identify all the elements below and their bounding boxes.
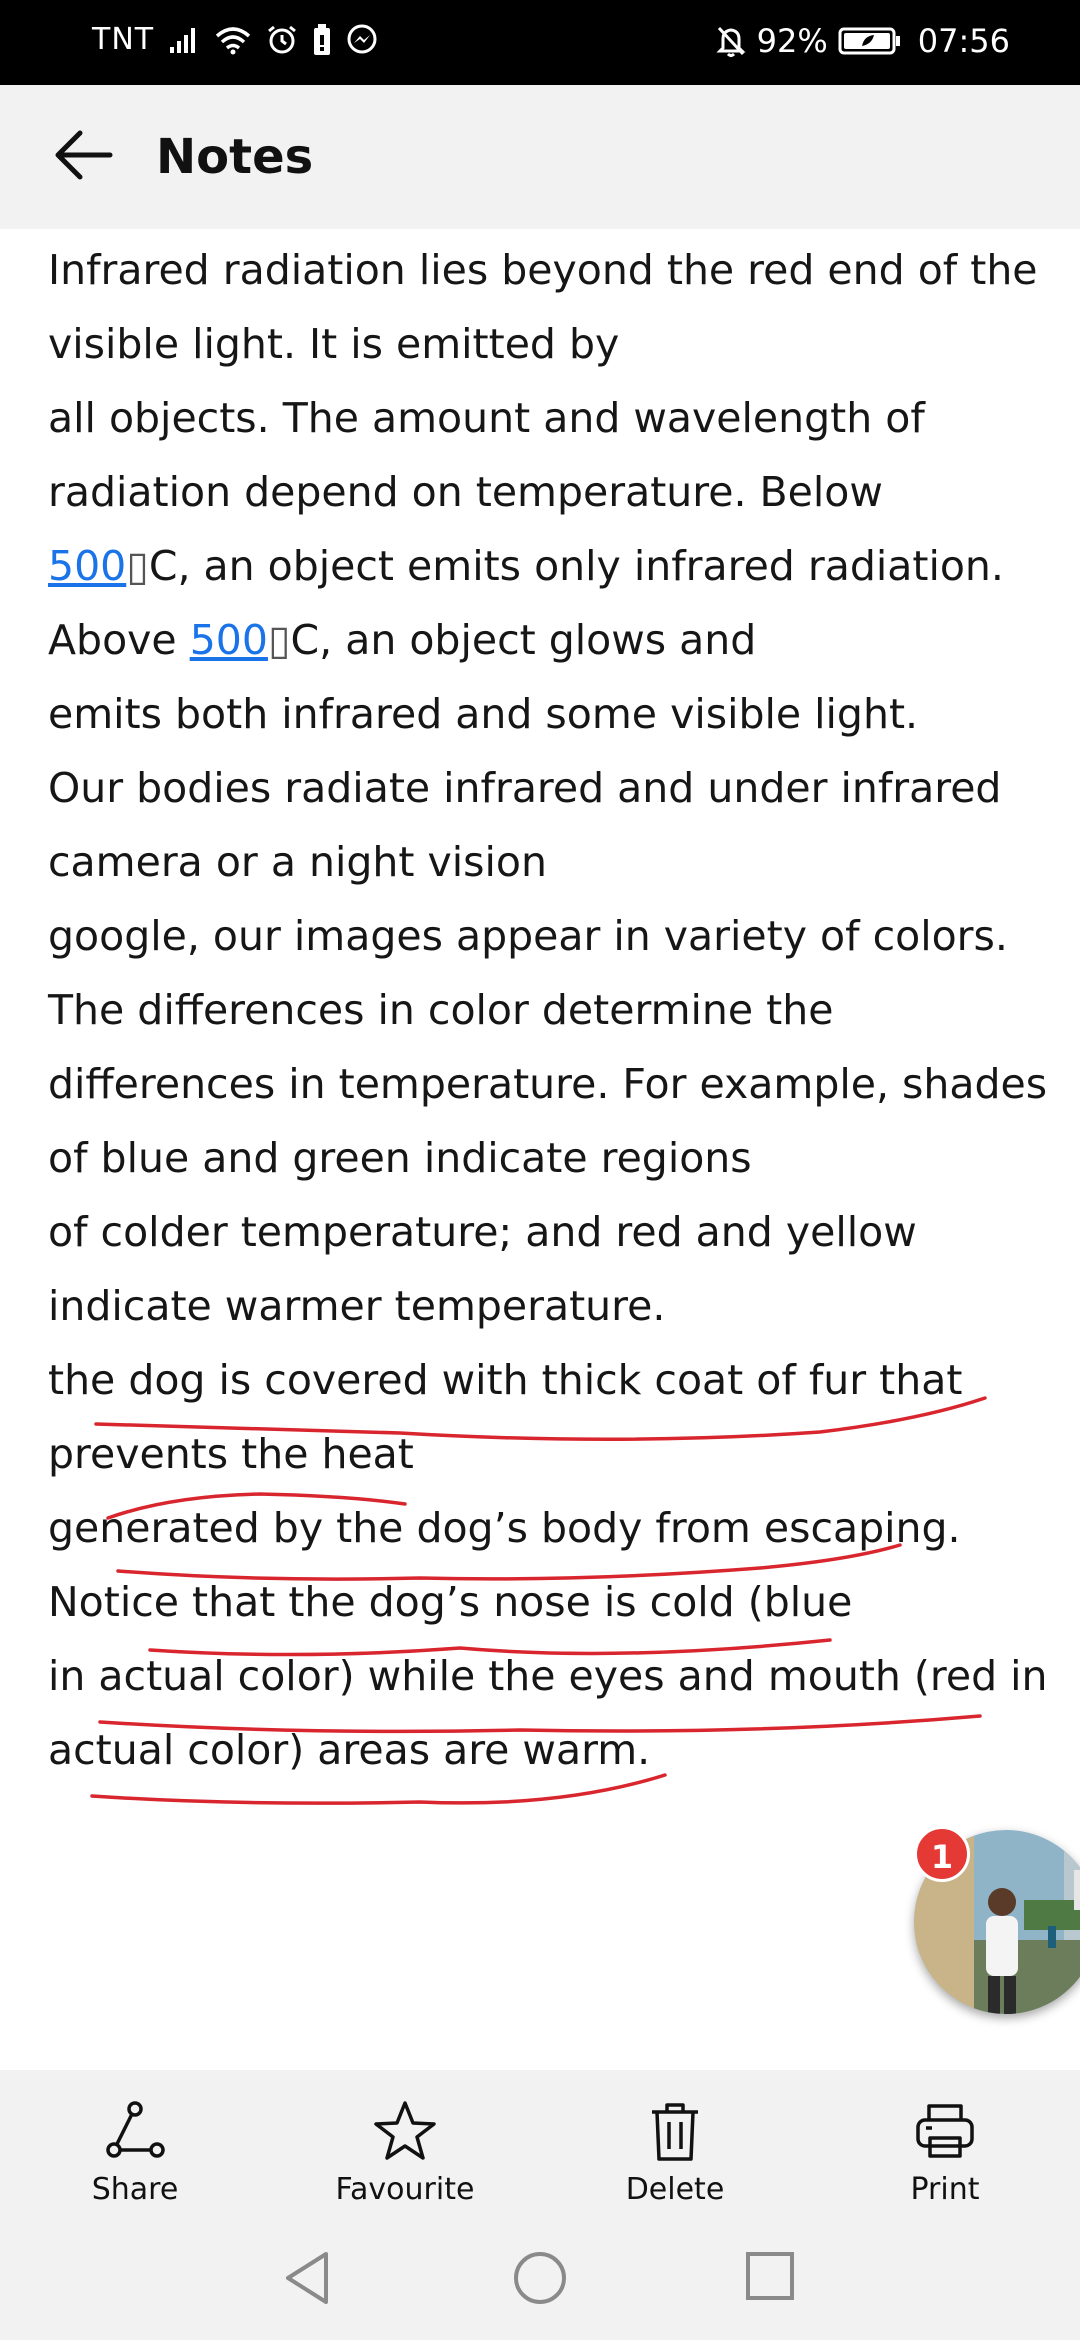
delete-label: Delete: [625, 2172, 725, 2207]
signal-icon: [168, 25, 200, 55]
note-text: generated by the dog’s body from escapin…: [48, 1504, 961, 1552]
notification-badge: 1: [914, 1826, 970, 1882]
note-text: emits both infrared and some visible lig…: [48, 690, 919, 738]
bottom-toolbar: Share Favourite Delete Print: [0, 2070, 1080, 2220]
missing-glyph: ▯: [126, 542, 149, 590]
note-text: google, our images appear in variety of …: [48, 912, 1008, 960]
note-line: of blue and green indicate regions: [48, 1121, 1048, 1195]
note-line: google, our images appear in variety of …: [48, 899, 1048, 973]
note-line: emits both infrared and some visible lig…: [48, 677, 1048, 751]
alarm-icon: [266, 24, 298, 56]
note-text: all objects. The amount and wavelength o…: [48, 394, 925, 442]
nav-home-button[interactable]: [512, 2250, 568, 2310]
clock: 07:56: [917, 22, 1010, 60]
trash-icon: [652, 2103, 698, 2161]
temperature-link[interactable]: 500: [48, 542, 126, 590]
note-text: radiation depend on temperature. Below: [48, 468, 883, 516]
note-line: Our bodies radiate infrared and under in…: [48, 751, 1048, 825]
arrow-back-icon: [55, 130, 113, 180]
note-line: differences in temperature. For example,…: [48, 1047, 1048, 1121]
note-text: camera or a night vision: [48, 838, 547, 886]
note-line: visible light. It is emitted by: [48, 307, 1048, 381]
note-text: of colder temperature; and red and yello…: [48, 1208, 917, 1256]
star-icon: [374, 2101, 436, 2160]
share-button[interactable]: Share: [0, 2070, 270, 2220]
note-line: indicate warmer temperature.: [48, 1269, 1048, 1343]
nav-back-button[interactable]: [282, 2250, 332, 2310]
note-line: Notice that the dog’s nose is cold (blue: [48, 1565, 1048, 1639]
messenger-icon: [346, 24, 378, 56]
temperature-link[interactable]: 500: [190, 616, 268, 664]
note-line: all objects. The amount and wavelength o…: [48, 381, 1048, 455]
battery-icon: [838, 26, 902, 56]
note-text: prevents the heat: [48, 1430, 414, 1478]
note-line: actual color) areas are warm.: [48, 1713, 1048, 1787]
printer-icon: [916, 2104, 974, 2158]
note-text: the dog is covered with thick coat of fu…: [48, 1356, 963, 1404]
note-line: radiation depend on temperature. Below: [48, 455, 1048, 529]
status-right: 92% 07:56: [715, 22, 1010, 60]
delete-button[interactable]: Delete: [540, 2070, 810, 2220]
note-text: Our bodies radiate infrared and under in…: [48, 764, 1002, 812]
wifi-icon: [214, 25, 252, 55]
battery-saver-icon: [312, 23, 332, 56]
note-line: The differences in color determine the: [48, 973, 1048, 1047]
battery-percent: 92%: [756, 22, 828, 60]
note-text: Notice that the dog’s nose is cold (blue: [48, 1578, 853, 1626]
note-line: Infrared radiation lies beyond the red e…: [48, 233, 1048, 307]
note-line: of colder temperature; and red and yello…: [48, 1195, 1048, 1269]
note-text: C, an object glows and: [290, 616, 757, 664]
note-text: Above: [48, 616, 190, 664]
app-bar: Notes: [0, 85, 1080, 229]
note-text: actual color) areas are warm.: [48, 1726, 651, 1774]
note-line: the dog is covered with thick coat of fu…: [48, 1343, 1048, 1417]
carrier-name: TNT: [92, 22, 155, 57]
print-label: Print: [910, 2172, 980, 2207]
note-line: in actual color) while the eyes and mout…: [48, 1639, 1048, 1713]
nav-recents-button[interactable]: [744, 2250, 796, 2306]
favourite-label: Favourite: [335, 2172, 475, 2207]
note-line: generated by the dog’s body from escapin…: [48, 1491, 1048, 1565]
note-line: 500▯C, an object emits only infrared rad…: [48, 529, 1048, 603]
status-bar: TNT 92% 07:56: [0, 0, 1080, 85]
favourite-button[interactable]: Favourite: [270, 2070, 540, 2220]
print-button[interactable]: Print: [810, 2070, 1080, 2220]
bell-off-icon: [715, 24, 747, 58]
nav-back-icon: [286, 2252, 328, 2304]
note-text: of blue and green indicate regions: [48, 1134, 752, 1182]
note-text: indicate warmer temperature.: [48, 1282, 666, 1330]
share-icon: [106, 2101, 165, 2158]
note-text: visible light. It is emitted by: [48, 320, 620, 368]
nav-recents-icon: [746, 2252, 794, 2300]
note-text: C, an object emits only infrared radiati…: [148, 542, 1004, 590]
status-left: TNT: [92, 22, 378, 57]
note-line: Above 500▯C, an object glows and: [48, 603, 1048, 677]
note-line: camera or a night vision: [48, 825, 1048, 899]
page-title: Notes: [156, 129, 314, 185]
system-nav-bar: [0, 2220, 1080, 2340]
note-line: prevents the heat: [48, 1417, 1048, 1491]
nav-home-icon: [514, 2252, 566, 2304]
note-body[interactable]: Infrared radiation lies beyond the red e…: [48, 233, 1048, 1787]
note-text: in actual color) while the eyes and mout…: [48, 1652, 1048, 1700]
note-text: differences in temperature. For example,…: [48, 1060, 1048, 1108]
note-text: The differences in color determine the: [48, 986, 834, 1034]
share-label: Share: [91, 2172, 179, 2207]
missing-glyph: ▯: [267, 616, 291, 664]
note-text: Infrared radiation lies beyond the red e…: [48, 246, 1038, 294]
back-button[interactable]: [52, 123, 116, 187]
